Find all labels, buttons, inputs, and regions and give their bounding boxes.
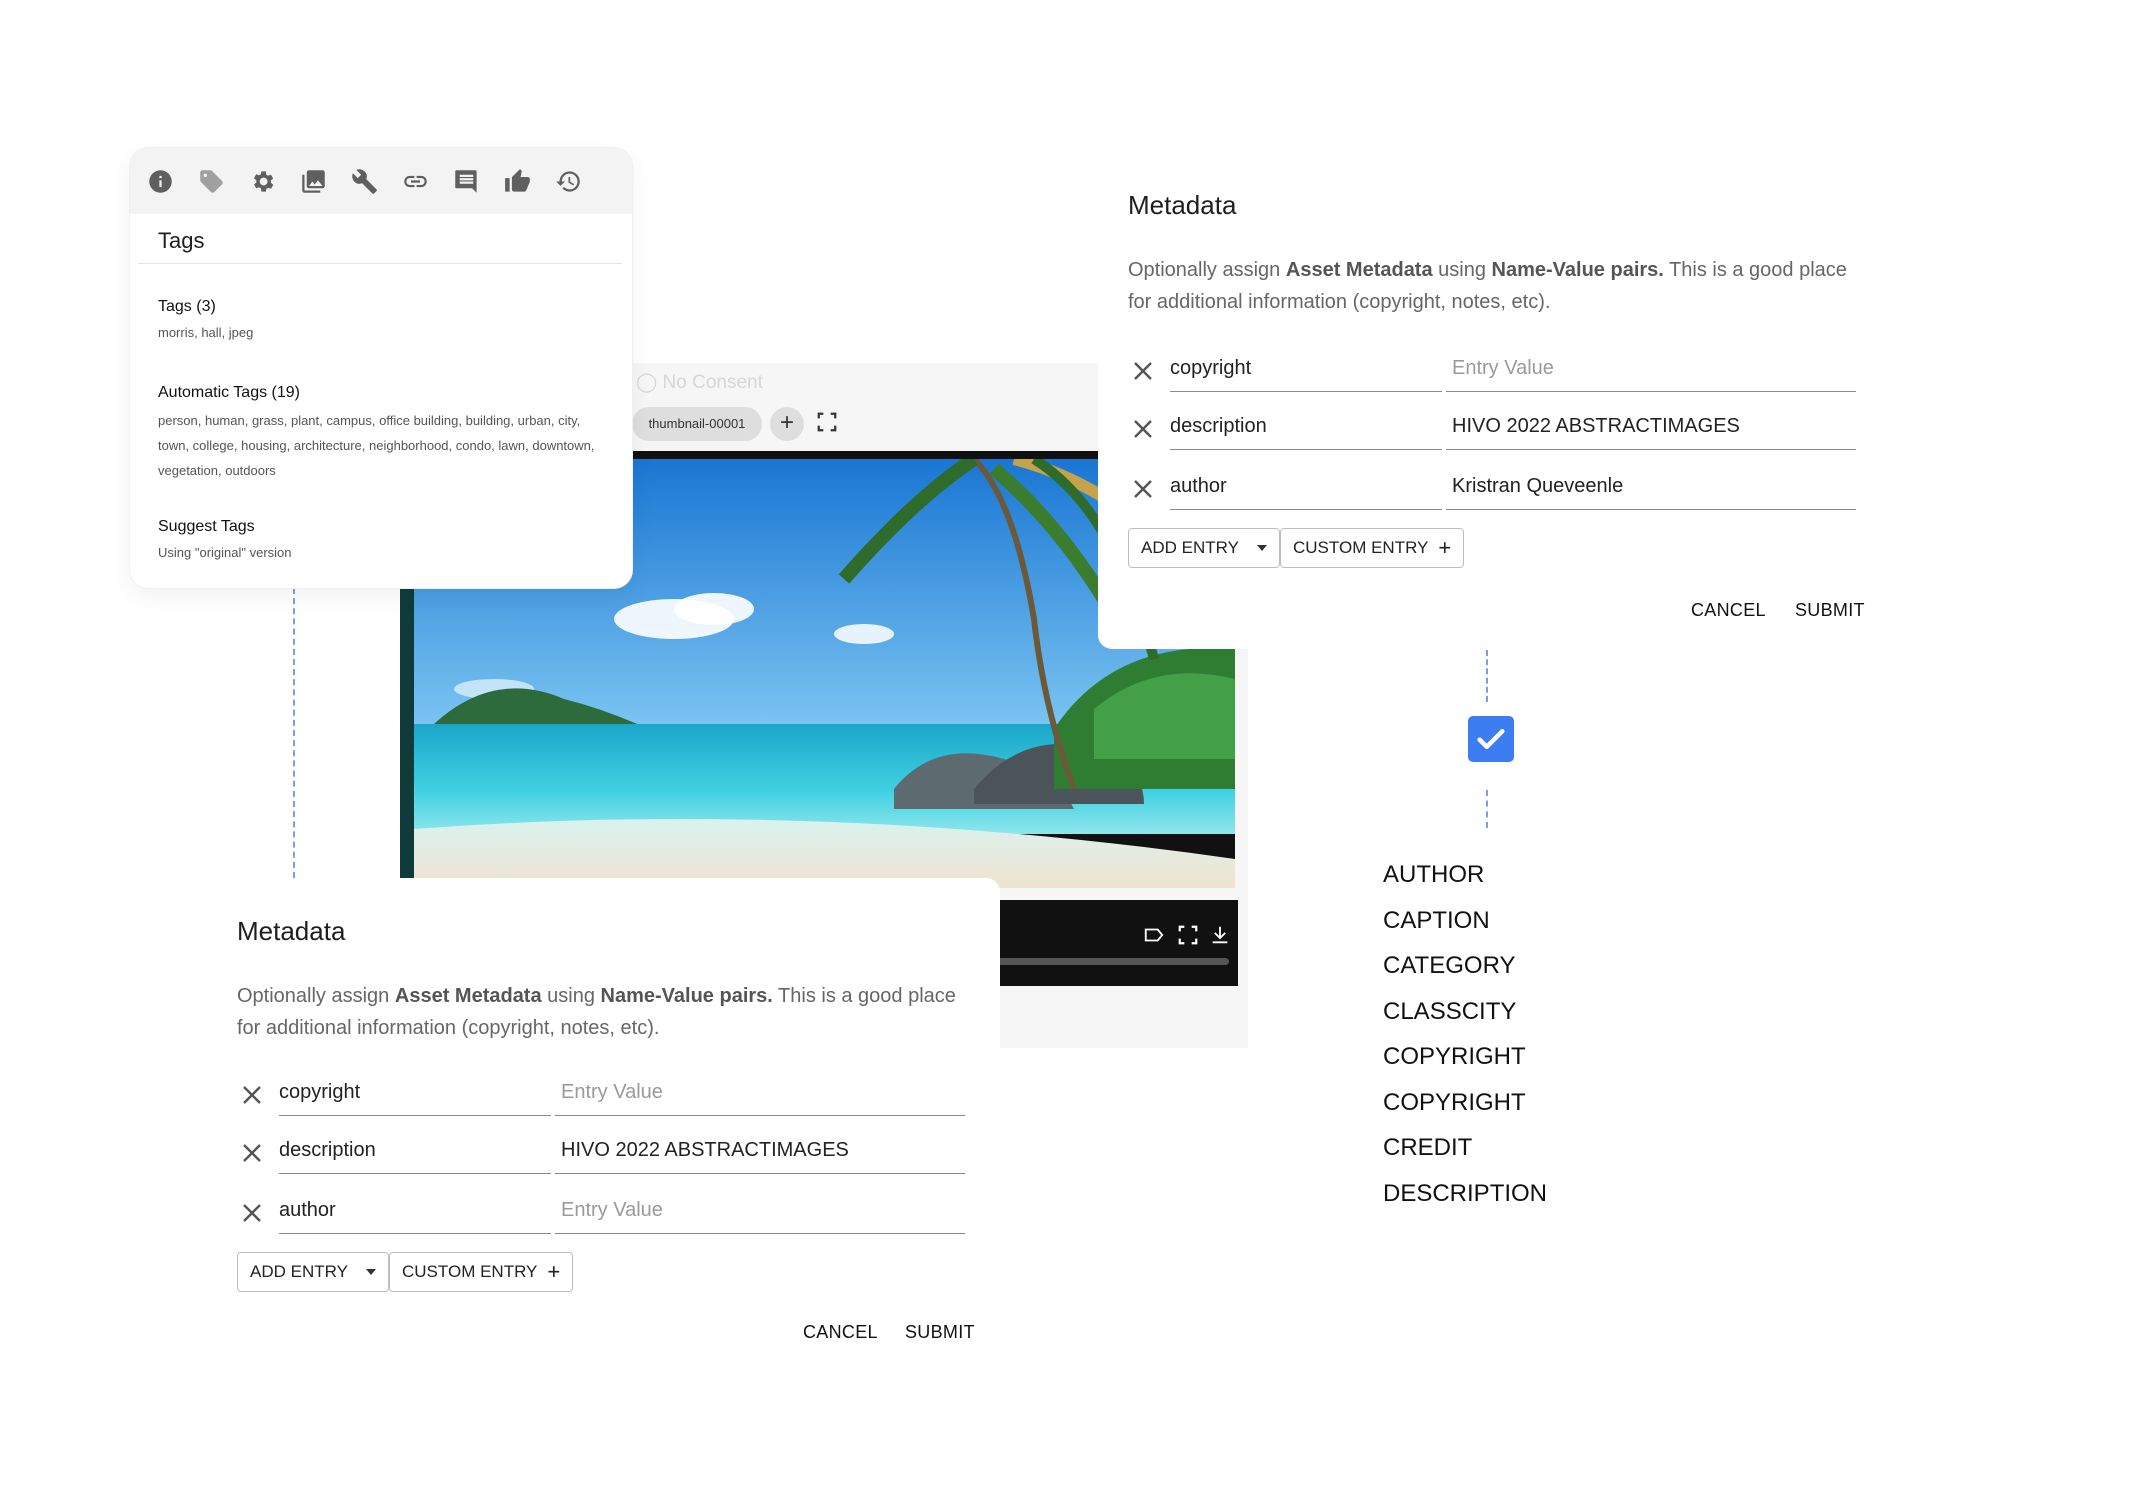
fullscreen-icon[interactable]	[816, 411, 842, 437]
checkmark-icon	[1477, 728, 1505, 750]
field-option[interactable]: COPYRIGHT	[1383, 1080, 1547, 1126]
link-icon[interactable]	[401, 167, 430, 196]
caret-down-icon	[365, 1269, 376, 1275]
metadata-row-copyright	[237, 1076, 965, 1126]
metadata-title: Metadata	[237, 916, 346, 946]
metadata-title: Metadata	[1128, 190, 1237, 220]
field-option[interactable]: CLASSCITY	[1383, 989, 1547, 1035]
entry-name-field[interactable]	[279, 1194, 551, 1234]
metadata-row-copyright	[1128, 352, 1856, 402]
caret-down-icon	[1256, 545, 1267, 551]
custom-entry-button[interactable]: CUSTOM ENTRY +	[1280, 528, 1465, 568]
entry-value-field[interactable]	[555, 1194, 965, 1234]
field-option[interactable]: DESCRIPTION	[1383, 1171, 1547, 1217]
no-consent-label: ◯ No Consent	[636, 372, 763, 393]
entry-name-field[interactable]	[1170, 352, 1442, 392]
field-option[interactable]: COPYRIGHT	[1383, 1034, 1547, 1080]
suggest-tags-title[interactable]: Suggest Tags	[158, 518, 608, 536]
suggest-tags-section[interactable]: Suggest Tags Using "original" version	[158, 518, 608, 565]
metadata-row-author	[1128, 470, 1856, 520]
automatic-tags-title: Automatic Tags (19)	[158, 384, 300, 401]
thumbnail-chip[interactable]: thumbnail-00001	[632, 407, 762, 441]
submit-button[interactable]: SUBMIT	[1795, 600, 1865, 621]
field-option[interactable]: AUTHOR	[1383, 852, 1547, 898]
connector-line-lower	[1486, 790, 1488, 828]
video-progress-bar[interactable]	[993, 958, 1229, 965]
entry-name-field[interactable]	[1170, 410, 1442, 450]
player-controls	[993, 900, 1238, 986]
tags-panel: Tags Tags (3) morris, hall, jpeg Automat…	[130, 148, 632, 588]
automatic-tags-section: Automatic Tags (19) person, human, grass…	[158, 384, 608, 483]
field-option[interactable]: CATEGORY	[1383, 943, 1547, 989]
metadata-dialog-top: Metadata Optionally assign Asset Metadat…	[1098, 152, 1898, 649]
fullscreen-icon[interactable]	[1177, 924, 1199, 946]
history-icon[interactable]	[554, 167, 583, 196]
tags-count-title: Tags (3)	[158, 298, 216, 315]
label-icon[interactable]	[1143, 924, 1165, 946]
metadata-row-description	[1128, 410, 1856, 460]
automatic-tags-values: person, human, grass, plant, campus, off…	[158, 413, 595, 478]
shield-icon: ◯	[636, 372, 658, 393]
metadata-description: Optionally assign Asset Metadata using N…	[237, 985, 956, 1039]
download-icon[interactable]	[1209, 924, 1231, 946]
gallery-icon[interactable]	[299, 167, 328, 196]
entry-name-field[interactable]	[279, 1076, 551, 1116]
field-option[interactable]: CAPTION	[1383, 898, 1547, 944]
connector-line-left	[293, 588, 295, 878]
submit-button[interactable]: SUBMIT	[905, 1322, 975, 1343]
info-icon[interactable]	[146, 167, 175, 196]
field-option[interactable]: CREDIT	[1383, 1125, 1547, 1171]
add-entry-button[interactable]: ADD ENTRY	[1128, 528, 1280, 568]
remove-entry-icon[interactable]	[241, 1202, 263, 1224]
wrench-icon[interactable]	[350, 167, 379, 196]
remove-entry-icon[interactable]	[1132, 360, 1154, 382]
metadata-row-description	[237, 1134, 965, 1184]
metadata-row-author	[237, 1194, 965, 1244]
thumbs-up-icon[interactable]	[503, 167, 532, 196]
connector-line-upper	[1486, 650, 1488, 702]
entry-name-field[interactable]	[279, 1134, 551, 1174]
checked-checkbox[interactable]	[1468, 716, 1514, 762]
plus-icon: +	[547, 1259, 561, 1284]
entry-value-field[interactable]	[1446, 410, 1856, 450]
tag-icon[interactable]	[197, 167, 226, 196]
remove-entry-icon[interactable]	[1132, 478, 1154, 500]
remove-entry-icon[interactable]	[1132, 418, 1154, 440]
entry-value-field[interactable]	[1446, 352, 1856, 392]
remove-entry-icon[interactable]	[241, 1142, 263, 1164]
tags-values[interactable]: morris, hall, jpeg	[158, 320, 608, 345]
cancel-button[interactable]: CANCEL	[1691, 600, 1766, 621]
entry-value-field[interactable]	[555, 1076, 965, 1116]
entry-name-field[interactable]	[1170, 470, 1442, 510]
tags-section: Tags (3) morris, hall, jpeg	[158, 298, 608, 345]
metadata-description: Optionally assign Asset Metadata using N…	[1128, 259, 1847, 313]
plus-icon: +	[1438, 535, 1452, 560]
cancel-button[interactable]: CANCEL	[803, 1322, 878, 1343]
entry-value-field[interactable]	[1446, 470, 1856, 510]
custom-entry-button[interactable]: CUSTOM ENTRY +	[389, 1252, 574, 1292]
metadata-dialog-bottom: Metadata Optionally assign Asset Metadat…	[220, 878, 1000, 1358]
comment-icon[interactable]	[452, 167, 481, 196]
suggest-tags-note: Using "original" version	[158, 545, 292, 560]
metadata-field-list: AUTHOR CAPTION CATEGORY CLASSCITY COPYRI…	[1383, 852, 1547, 1216]
tags-heading: Tags	[138, 214, 622, 264]
asset-toolbar	[130, 148, 632, 214]
add-entry-button[interactable]: ADD ENTRY	[237, 1252, 389, 1292]
gear-icon[interactable]	[248, 167, 277, 196]
add-version-button[interactable]: +	[770, 407, 804, 441]
remove-entry-icon[interactable]	[241, 1084, 263, 1106]
entry-value-field[interactable]	[555, 1134, 965, 1174]
